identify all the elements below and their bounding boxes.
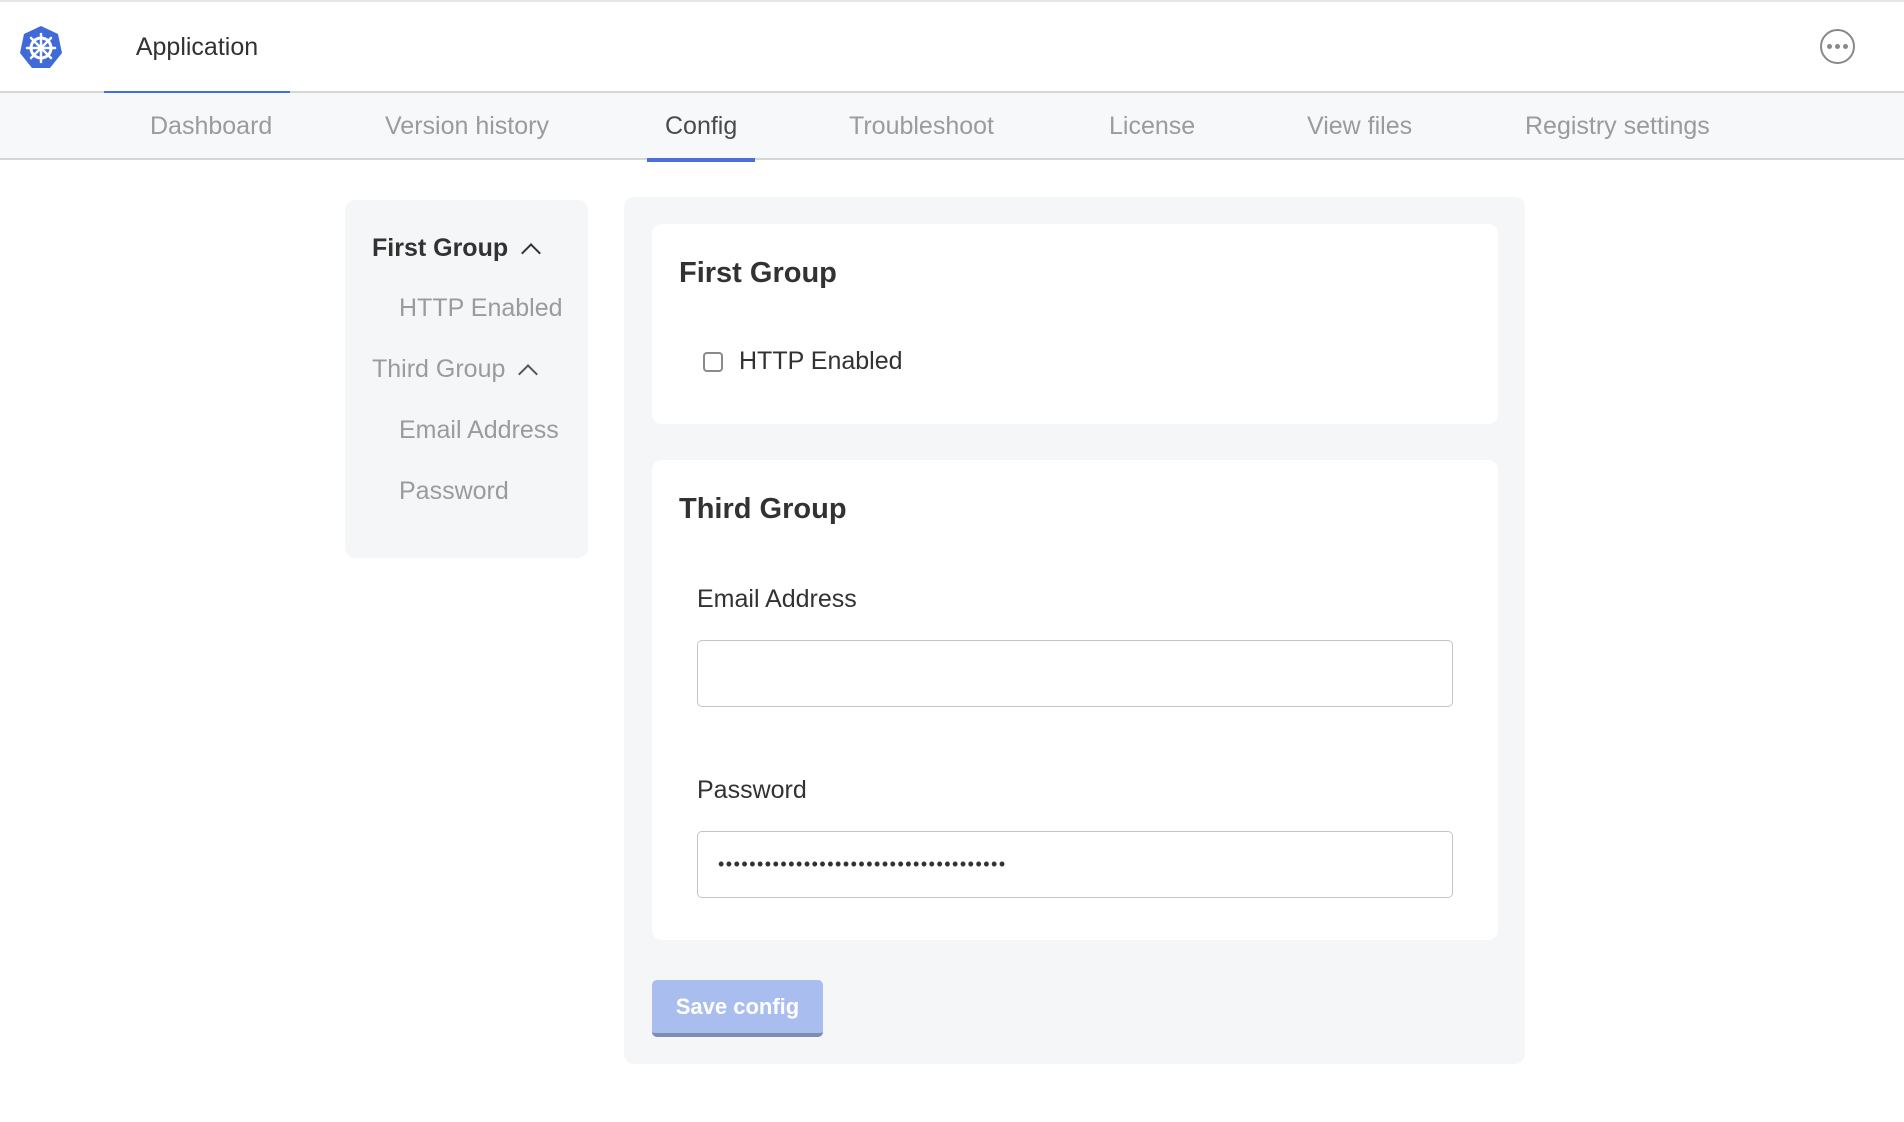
http-enabled-checkbox[interactable] bbox=[703, 352, 723, 372]
sidebar-group-label: First Group bbox=[372, 234, 508, 263]
chevron-up-icon[interactable] bbox=[521, 243, 541, 263]
config-group-card-first-group: First Group HTTP Enabled bbox=[652, 224, 1498, 424]
sidebar-group-first-group[interactable]: First Group bbox=[372, 234, 538, 263]
password-input[interactable]: ••••••••••••••••••••••••••••••••••••• bbox=[697, 831, 1453, 898]
sidebar-item-http-enabled[interactable]: HTTP Enabled bbox=[399, 294, 563, 323]
config-sidebar: First Group HTTP Enabled Third Group Ema… bbox=[345, 200, 588, 558]
ellipsis-dot-icon bbox=[1843, 44, 1848, 49]
config-group-card-third-group: Third Group Email Address Password •••••… bbox=[652, 460, 1498, 940]
password-masked-value: ••••••••••••••••••••••••••••••••••••• bbox=[718, 854, 1007, 875]
tab-troubleshoot[interactable]: Troubleshoot bbox=[849, 93, 994, 160]
email-address-label: Email Address bbox=[697, 585, 857, 614]
kubernetes-logo-icon[interactable] bbox=[17, 24, 65, 72]
tab-view-files[interactable]: View files bbox=[1307, 93, 1412, 160]
config-form-panel: First Group HTTP Enabled Third Group Ema… bbox=[624, 197, 1525, 1064]
chevron-up-icon[interactable] bbox=[518, 364, 538, 384]
sidebar-group-third-group[interactable]: Third Group bbox=[372, 355, 535, 384]
http-enabled-checkbox-row[interactable]: HTTP Enabled bbox=[703, 347, 903, 376]
sidebar-item-email-address[interactable]: Email Address bbox=[399, 416, 559, 445]
sidebar-item-password[interactable]: Password bbox=[399, 477, 509, 506]
more-options-button[interactable] bbox=[1820, 29, 1855, 64]
http-enabled-label: HTTP Enabled bbox=[739, 347, 903, 376]
ellipsis-dot-icon bbox=[1827, 44, 1832, 49]
tab-application[interactable]: Application bbox=[104, 2, 290, 93]
tab-license[interactable]: License bbox=[1109, 93, 1195, 160]
email-address-input[interactable] bbox=[697, 640, 1453, 707]
tab-dashboard[interactable]: Dashboard bbox=[150, 93, 272, 160]
password-label: Password bbox=[697, 776, 807, 805]
tab-config[interactable]: Config bbox=[665, 93, 737, 160]
group-title: First Group bbox=[679, 257, 837, 290]
ellipsis-dot-icon bbox=[1835, 44, 1840, 49]
sub-navigation: Dashboard Version history Config Trouble… bbox=[0, 93, 1904, 160]
sidebar-group-label: Third Group bbox=[372, 355, 505, 384]
save-config-button[interactable]: Save config bbox=[652, 980, 823, 1037]
tab-version-history[interactable]: Version history bbox=[385, 93, 549, 160]
group-title: Third Group bbox=[679, 493, 847, 526]
tab-registry-settings[interactable]: Registry settings bbox=[1525, 93, 1710, 160]
app-header: Application bbox=[0, 2, 1904, 93]
